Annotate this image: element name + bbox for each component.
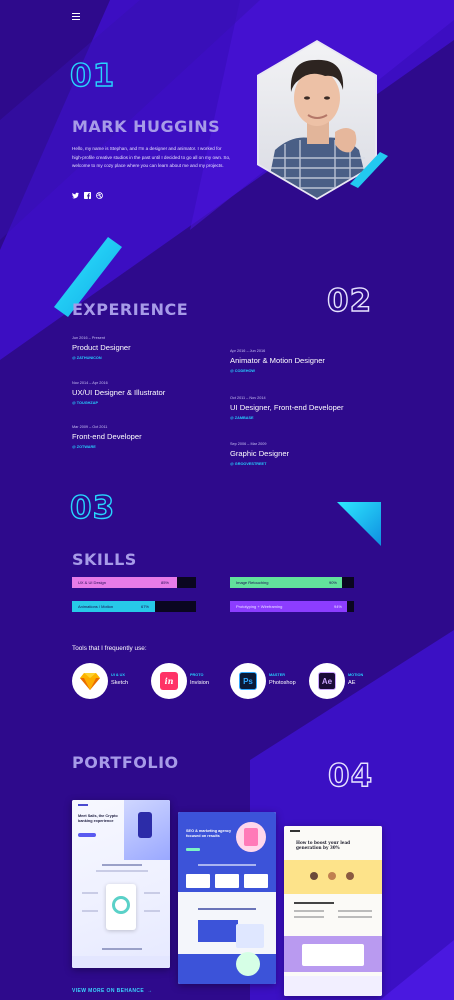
experience-role: UI Designer, Front-end Developer xyxy=(230,403,344,412)
experience-role: Front-end Developer xyxy=(72,432,142,441)
tool-invision-text: PROTO Invision xyxy=(190,673,209,686)
experience-right-column: Apr 2016 – Jun 2016 Animator & Motion De… xyxy=(230,349,390,466)
tool-invision: in xyxy=(151,663,187,699)
skill-label: UX & UI Design xyxy=(78,580,107,585)
experience-date: Jun 2016 – Present xyxy=(72,336,105,340)
tool-photoshop: Ps xyxy=(230,663,266,699)
tool-category: PROTO xyxy=(190,673,204,677)
experience-company: @ ZOTWARE xyxy=(72,445,96,449)
tool-category: MOTION xyxy=(348,673,364,677)
experience-item: Jun 2016 – Present Product Designer @ ZA… xyxy=(72,336,222,381)
experience-date: Mar 2009 – Oct 2011 xyxy=(72,425,108,429)
tools-heading: Tools that I frequently use: xyxy=(72,645,147,652)
portfolio-item-crypto-banking[interactable]: Meet Sails, the Crypto banking experienc… xyxy=(72,800,170,968)
experience-date: Nov 2014 – Apr 2016 xyxy=(72,381,108,385)
experience-left-column: Jun 2016 – Present Product Designer @ ZA… xyxy=(72,336,222,449)
decorative-cyan-stripe xyxy=(350,152,388,188)
experience-company: @ TOUGHZAP xyxy=(72,401,98,405)
skill-bar: Image Retouching 90% xyxy=(230,577,354,588)
experience-item: Oct 2011 – Nov 2014 UI Designer, Front-e… xyxy=(230,396,390,442)
portfolio-title: PORTFOLIO xyxy=(72,753,179,772)
experience-role: Product Designer xyxy=(72,343,131,352)
experience-item: Sep 2006 – Mar 2009 Graphic Designer @ G… xyxy=(230,442,390,466)
section-number-01: 01 xyxy=(69,57,116,94)
twitter-icon[interactable] xyxy=(72,192,79,199)
tool-sketch-text: UI & UX Sketch xyxy=(111,673,128,686)
tool-name: Invision xyxy=(190,680,209,686)
experience-date: Apr 2016 – Jun 2016 xyxy=(230,349,266,353)
experience-role: UX/UI Designer & Illustrator xyxy=(72,388,166,397)
hamburger-menu-icon[interactable] xyxy=(72,13,80,20)
portfolio-item-seo-agency[interactable]: SEO & marketing agency focused on result… xyxy=(178,812,276,984)
skill-percent: 94% xyxy=(333,604,342,609)
experience-company: @ ZAMBASE xyxy=(230,416,254,420)
experience-item: Mar 2009 – Oct 2011 Front-end Developer … xyxy=(72,425,222,449)
skill-percent: 85% xyxy=(160,580,169,585)
portfolio-item-title: Meet Sails, the Crypto banking experienc… xyxy=(78,814,118,823)
experience-company: @ ZATHUNICON xyxy=(72,356,102,360)
facebook-icon[interactable] xyxy=(84,192,91,199)
invision-icon: in xyxy=(160,672,178,690)
tool-name: Photoshop xyxy=(269,680,296,686)
portfolio-item-title: How to boost your lead generation by 30% xyxy=(296,840,351,851)
experience-date: Oct 2011 – Nov 2014 xyxy=(230,396,266,400)
skill-percent: 67% xyxy=(140,604,149,609)
after-effects-icon: Ae xyxy=(318,672,336,690)
tool-photoshop-text: MASTER Photoshop xyxy=(269,673,296,686)
skills-title: SKILLS xyxy=(72,550,137,569)
skill-label: Prototyping + Wireframing xyxy=(236,604,283,609)
experience-item: Apr 2016 – Jun 2016 Animator & Motion De… xyxy=(230,349,390,396)
sketch-icon xyxy=(80,673,100,690)
hero-name: MARK HUGGINS xyxy=(72,117,221,136)
section-number-04: 04 xyxy=(327,757,374,794)
social-links xyxy=(72,192,103,199)
experience-company: @ GROOVESTREET xyxy=(230,462,267,466)
tool-after-effects-text: MOTION AE xyxy=(348,673,363,686)
skill-label: Animations / Motion xyxy=(78,604,114,609)
section-number-02: 02 xyxy=(326,282,373,319)
tool-sketch xyxy=(72,663,108,699)
experience-company: @ CODEHOW xyxy=(230,369,256,373)
photoshop-icon: Ps xyxy=(239,672,257,690)
tool-name: AE xyxy=(348,680,356,686)
tool-name: Sketch xyxy=(111,680,129,686)
hero-bio: Hello, my name is Stephan, and I'm a des… xyxy=(72,146,231,169)
skill-bar: UX & UI Design 85% xyxy=(72,577,196,588)
view-more-label: VIEW MORE ON BEHANCE xyxy=(72,988,145,994)
skill-bar: Animations / Motion 67% xyxy=(72,601,196,612)
experience-date: Sep 2006 – Mar 2009 xyxy=(230,442,267,446)
decorative-cyan-triangle xyxy=(337,502,381,546)
tool-after-effects: Ae xyxy=(309,663,345,699)
skill-percent: 90% xyxy=(328,580,337,585)
skill-label: Image Retouching xyxy=(236,580,269,585)
dribbble-icon[interactable] xyxy=(96,192,103,199)
view-more-behance-link[interactable]: VIEW MORE ON BEHANCE → xyxy=(72,988,153,994)
experience-title: EXPERIENCE xyxy=(72,300,189,319)
tool-category: MASTER xyxy=(269,673,286,677)
experience-role: Animator & Motion Designer xyxy=(230,356,325,365)
arrow-right-icon: → xyxy=(147,988,153,994)
skill-bar: Prototyping + Wireframing 94% xyxy=(230,601,354,612)
section-number-03: 03 xyxy=(69,489,116,526)
experience-item: Nov 2014 – Apr 2016 UX/UI Designer & Ill… xyxy=(72,381,222,425)
tool-category: UI & UX xyxy=(111,673,125,677)
experience-role: Graphic Designer xyxy=(230,449,290,458)
portfolio-item-title: SEO & marketing agency focused on result… xyxy=(186,829,232,838)
portfolio-item-lead-generation[interactable]: How to boost your lead generation by 30% xyxy=(284,826,382,996)
